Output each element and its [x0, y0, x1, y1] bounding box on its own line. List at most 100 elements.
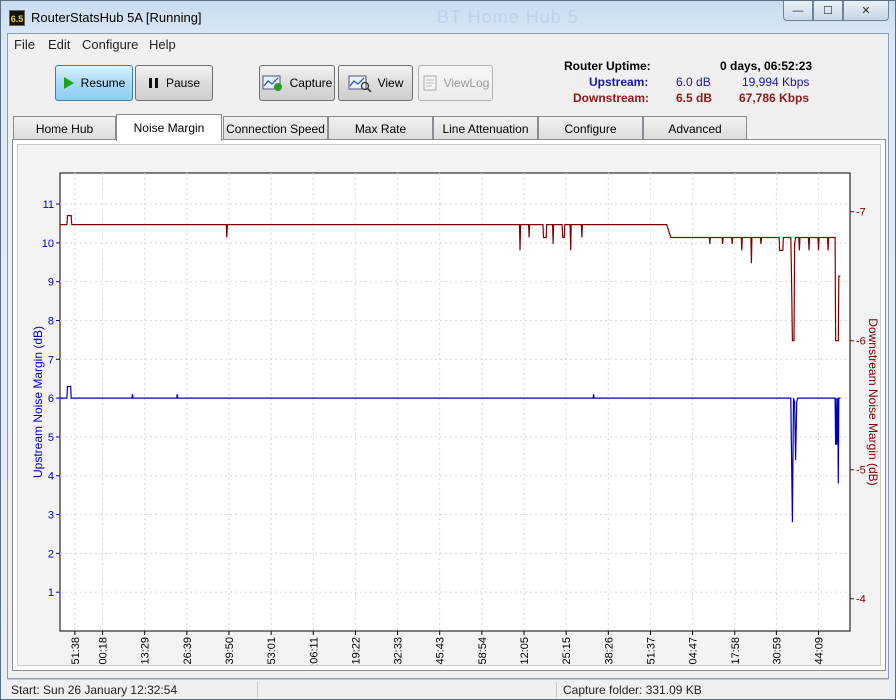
- menu-file[interactable]: File: [14, 37, 35, 52]
- tab-advanced[interactable]: Advanced: [643, 116, 747, 140]
- downstream-rate: 67,786 Kbps: [739, 91, 810, 105]
- capture-button[interactable]: Capture: [259, 65, 335, 101]
- status-separator: [556, 682, 557, 698]
- x-tick-label: 18:12:05: [519, 637, 531, 665]
- x-tick-label: 19:17:58: [730, 637, 742, 665]
- x-tick-label: 19:44:09: [813, 637, 825, 665]
- right-tick-label: -5: [856, 465, 866, 477]
- x-tick-label: 16:13:29: [140, 637, 152, 665]
- capture-label: Capture: [289, 76, 333, 90]
- menu-edit[interactable]: Edit: [48, 37, 70, 52]
- left-tick-label: 8: [48, 315, 54, 327]
- left-tick-label: 9: [48, 277, 54, 289]
- x-tick-label: 17:45:43: [435, 637, 447, 665]
- tab-configure-label: Configure: [564, 121, 617, 136]
- downstream-margin: 6.5 dB: [676, 91, 713, 105]
- tab-max-rate[interactable]: Max Rate: [328, 116, 433, 140]
- tab-noise-margin[interactable]: Noise Margin: [116, 114, 222, 141]
- view-button[interactable]: View: [338, 65, 413, 101]
- x-tick-label: 15:51:38: [70, 637, 82, 665]
- x-tick-label: 16:00:18: [98, 637, 110, 665]
- title-bar[interactable]: 6.5 RouterStatsHub 5A [Running] BT Home …: [1, 1, 895, 33]
- left-tick-label: 4: [48, 471, 54, 483]
- viewlog-label: ViewLog: [443, 76, 490, 90]
- left-tick-label: 5: [48, 432, 54, 444]
- viewlog-button[interactable]: ViewLog: [418, 65, 493, 101]
- window-title: RouterStatsHub 5A [Running]: [31, 10, 202, 25]
- noise-margin-panel: 1 2 3 4 5 6 7 8 9 10 11 -4 -5 -6 -7 15:51:38 16:00:18 16:…: [12, 139, 886, 671]
- router-stats-panel: Router Uptime: 0 days, 06:52:23 Upstream…: [556, 56, 856, 112]
- view-label: View: [377, 76, 404, 90]
- left-tick-label: 1: [48, 587, 54, 599]
- x-tick-label: 16:53:01: [266, 637, 278, 665]
- x-tick-label: 19:30:59: [771, 637, 783, 665]
- app-window: 6.5 RouterStatsHub 5A [Running] BT Home …: [0, 0, 896, 700]
- resume-label: Resume: [80, 76, 126, 90]
- upstream-rate: 19,994 Kbps: [742, 75, 810, 89]
- downstream-label: Downstream:: [573, 91, 650, 105]
- tab-max-rate-label: Max Rate: [354, 121, 407, 136]
- toolbar: Resume Pause Capture View ViewLog Router…: [8, 54, 888, 114]
- status-capture-folder: Capture folder: 331.09 KB: [563, 683, 702, 697]
- tab-advanced-label: Advanced: [668, 121, 722, 136]
- y-axis-right-label: Downstream Noise Margin (dB): [866, 318, 880, 485]
- x-tick-label: 17:06:11: [308, 637, 320, 665]
- view-chart-icon: [348, 74, 372, 92]
- right-tick-label: -4: [856, 594, 866, 606]
- upstream-margin: 6.0 dB: [676, 75, 711, 89]
- status-bar: Start: Sun 26 January 12:32:54 Capture f…: [7, 679, 889, 699]
- tab-home-hub-label: Home Hub: [35, 121, 94, 136]
- tab-configure[interactable]: Configure: [538, 116, 643, 140]
- left-tick-label: 11: [43, 199, 54, 211]
- x-tick-label: 16:39:50: [224, 637, 236, 665]
- background-window-title: BT Home Hub 5: [437, 7, 579, 27]
- menu-help[interactable]: Help: [149, 37, 176, 52]
- right-tick-label: -6: [856, 336, 866, 348]
- close-button[interactable]: ✕: [843, 1, 889, 21]
- app-icon: 6.5: [9, 10, 25, 26]
- x-tick-label: 18:25:15: [561, 637, 573, 665]
- x-tick-label: 18:38:26: [603, 637, 615, 665]
- pause-button[interactable]: Pause: [135, 65, 213, 101]
- noise-margin-chart: 1 2 3 4 5 6 7 8 9 10 11 -4 -5 -6 -7 15:51:38 16:00:18 16:…: [31, 172, 880, 665]
- log-icon: [422, 75, 438, 91]
- pause-label: Pause: [165, 76, 201, 90]
- x-tick-label: 17:19:22: [350, 637, 362, 665]
- resume-button[interactable]: Resume: [55, 65, 133, 101]
- tab-noise-margin-label: Noise Margin: [133, 121, 205, 135]
- tab-connection-speed[interactable]: Connection Speed: [223, 116, 328, 140]
- left-tick-label: 6: [48, 393, 54, 405]
- status-separator: [257, 682, 258, 698]
- right-tick-label: -7: [856, 207, 866, 219]
- window-controls: — ☐ ✕: [783, 1, 889, 21]
- x-tick-label: 17:58:54: [477, 637, 489, 665]
- pause-icon: [148, 77, 160, 89]
- tab-strip: Home Hub Noise Margin Connection Speed M…: [12, 114, 884, 141]
- x-tick-label: 16:26:39: [182, 637, 194, 665]
- y-axis-left-label: Upstream Noise Margin (dB): [31, 326, 45, 478]
- tab-line-attenuation-label: Line Attenuation: [442, 121, 529, 136]
- menu-configure[interactable]: Configure: [82, 37, 138, 52]
- maximize-icon: ☐: [823, 5, 833, 17]
- left-tick-label: 10: [42, 238, 54, 250]
- x-tick-label: 18:51:37: [645, 637, 657, 665]
- minimize-button[interactable]: —: [783, 1, 813, 21]
- close-icon: ✕: [861, 5, 871, 17]
- left-tick-label: 7: [48, 354, 54, 366]
- capture-icon: [262, 74, 284, 92]
- uptime-value: 0 days, 06:52:23: [720, 59, 813, 73]
- tab-line-attenuation[interactable]: Line Attenuation: [433, 116, 538, 140]
- uptime-label: Router Uptime:: [564, 59, 651, 73]
- maximize-button[interactable]: ☐: [813, 1, 843, 21]
- left-tick-label: 2: [48, 548, 54, 560]
- client-area: File Edit Configure Help Resume Pause Ca…: [7, 33, 889, 679]
- upstream-label: Upstream:: [589, 75, 649, 89]
- chart-area: 1 2 3 4 5 6 7 8 9 10 11 -4 -5 -6 -7 15:51:38 16:00:18 16:…: [17, 144, 881, 666]
- x-tick-label: 19:04:47: [688, 637, 700, 665]
- play-icon: [63, 77, 75, 89]
- menu-bar: File Edit Configure Help: [8, 34, 888, 54]
- tab-connection-speed-label: Connection Speed: [226, 121, 325, 136]
- x-tick-label: 17:32:33: [393, 637, 405, 665]
- minimize-icon: —: [792, 4, 804, 17]
- tab-home-hub[interactable]: Home Hub: [13, 116, 116, 140]
